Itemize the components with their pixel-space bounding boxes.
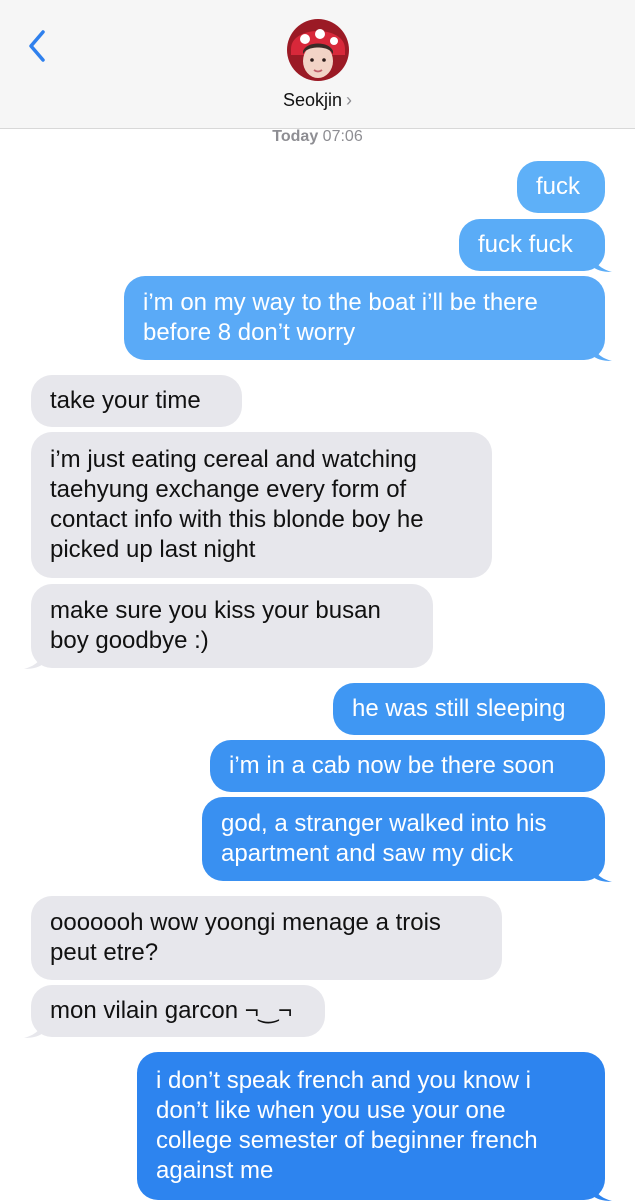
received-message-bubble[interactable]: ooooooh wow yoongi menage a trois peut e… — [31, 896, 502, 980]
conversation-header: Seokjin › — [0, 0, 635, 129]
message-text: i’m in a cab now be there soon — [229, 752, 555, 779]
sent-message-bubble[interactable]: i’m on my way to the boat i’ll be there … — [124, 276, 612, 361]
contact-name-button[interactable]: Seokjin › — [0, 90, 635, 111]
bubble-tail — [592, 860, 612, 882]
contact-avatar[interactable] — [287, 19, 349, 81]
bubble-tail — [24, 647, 44, 669]
timestamp-time: 07:06 — [322, 128, 363, 145]
message-text: make sure you kiss your busan boy goodby… — [50, 597, 381, 654]
message-text: god, a stranger walked into his apartmen… — [221, 810, 547, 867]
timestamp-day: Today — [272, 128, 319, 145]
avatar-photo — [287, 19, 349, 81]
bubble-tail — [592, 1179, 612, 1201]
message-text: i don’t speak french and you know i don’… — [156, 1067, 538, 1184]
received-message-bubble[interactable]: make sure you kiss your busan boy goodby… — [24, 584, 433, 669]
message-text: i’m just eating cereal and watching taeh… — [50, 446, 424, 563]
chevron-left-icon — [29, 30, 45, 62]
message-text: take your time — [50, 387, 201, 414]
bubble-tail — [24, 1016, 44, 1038]
timestamp: Today 07:06 — [0, 128, 635, 146]
sent-message-bubble[interactable]: i’m in a cab now be there soon — [210, 740, 605, 792]
sent-message-bubble[interactable]: god, a stranger walked into his apartmen… — [202, 797, 612, 882]
message-text: fuck fuck — [478, 231, 573, 258]
message-text: ooooooh wow yoongi menage a trois peut e… — [50, 909, 441, 966]
message-text: i’m on my way to the boat i’ll be there … — [143, 289, 538, 346]
contact-name: Seokjin — [282, 90, 343, 110]
received-message-bubble[interactable]: take your time — [31, 375, 242, 427]
back-button[interactable] — [22, 26, 52, 66]
sent-message-bubble[interactable]: fuck — [517, 161, 605, 213]
sent-message-bubble[interactable]: fuck fuck — [459, 219, 612, 272]
message-text: fuck — [536, 173, 581, 200]
bubble-tail — [592, 339, 612, 361]
message-text: mon vilain garcon ¬‿¬ — [50, 997, 293, 1024]
received-message-bubble[interactable]: mon vilain garcon ¬‿¬ — [24, 985, 325, 1038]
bubble-tail — [592, 250, 612, 272]
message-text: he was still sleeping — [352, 695, 566, 722]
sent-message-bubble[interactable]: i don’t speak french and you know i don’… — [137, 1052, 612, 1201]
chevron-right-icon: › — [346, 90, 353, 110]
sent-message-bubble[interactable]: he was still sleeping — [333, 683, 605, 735]
received-message-bubble[interactable]: i’m just eating cereal and watching taeh… — [31, 432, 492, 578]
